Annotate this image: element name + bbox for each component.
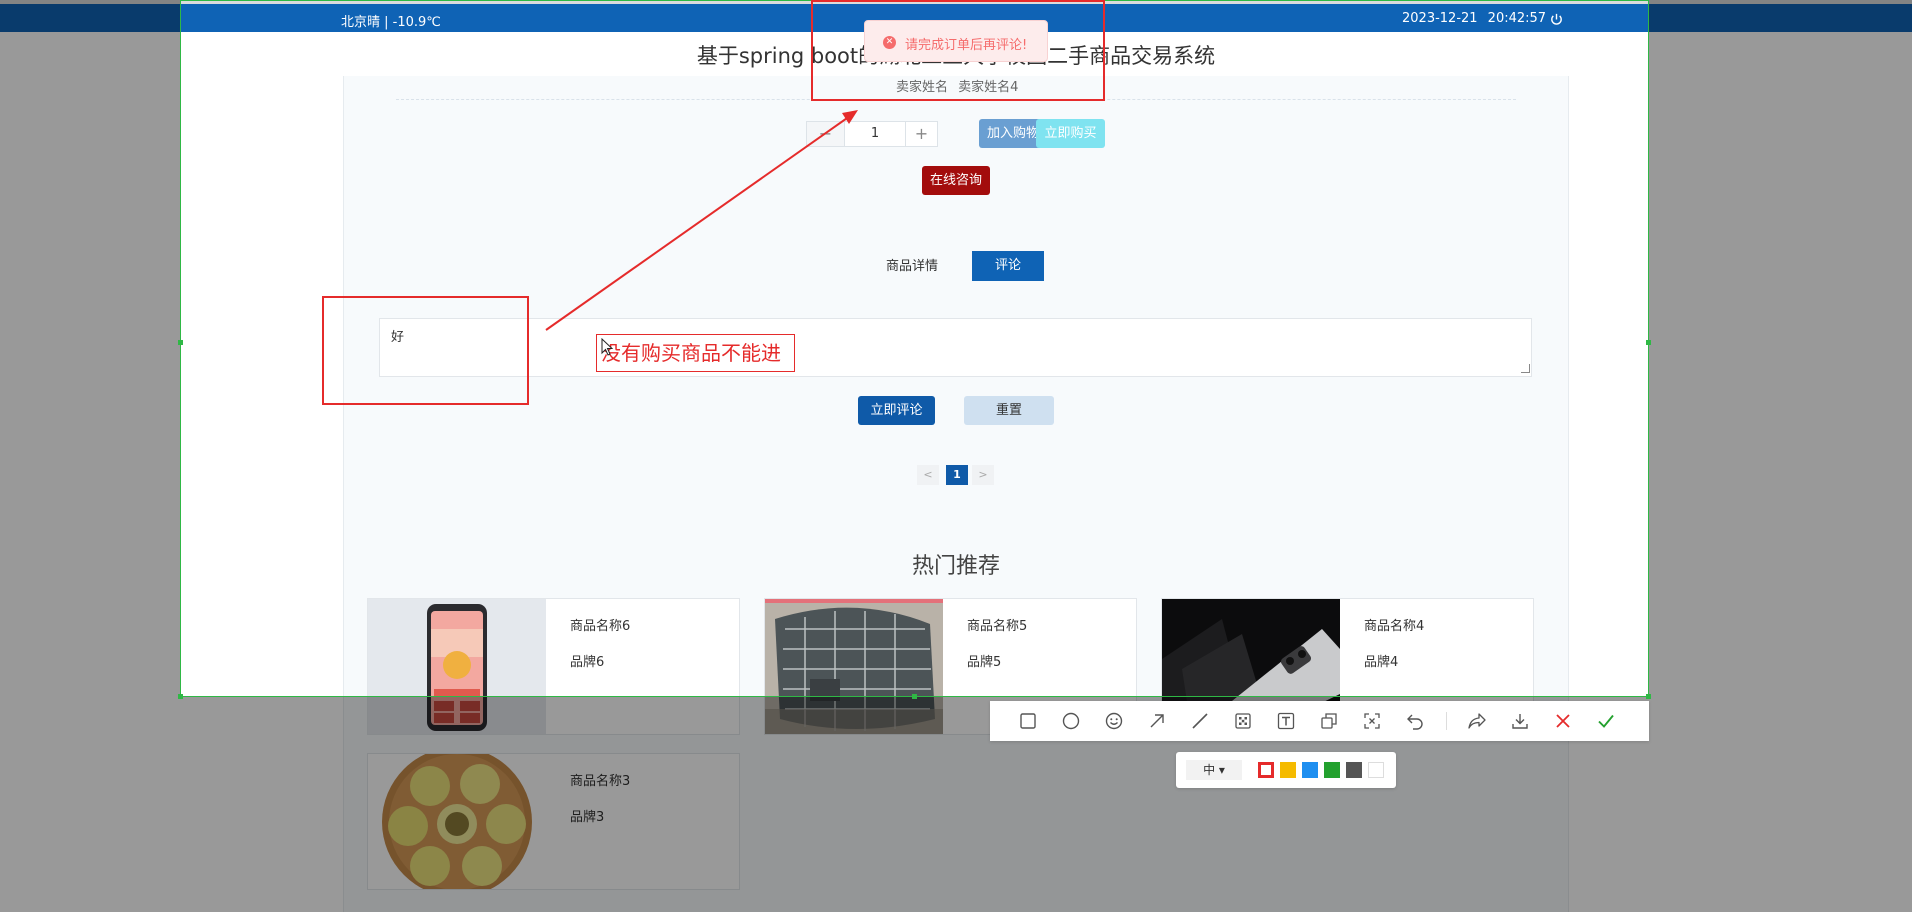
confirm-icon[interactable] <box>1596 711 1616 731</box>
undo-icon[interactable] <box>1405 711 1425 731</box>
cancel-icon[interactable] <box>1553 711 1573 731</box>
copy-icon[interactable] <box>1319 711 1339 731</box>
color-swatch-gray[interactable] <box>1346 762 1362 778</box>
color-swatch-blue[interactable] <box>1302 762 1318 778</box>
mosaic-icon[interactable] <box>1233 711 1253 731</box>
share-icon[interactable] <box>1467 711 1487 731</box>
annotation-toolbar <box>990 701 1649 741</box>
error-icon: ✕ <box>883 36 896 49</box>
color-swatch-red[interactable] <box>1258 762 1274 778</box>
color-swatch-yellow[interactable] <box>1280 762 1296 778</box>
ocr-icon[interactable] <box>1362 711 1382 731</box>
toast-message: 请完成订单后再评论! <box>905 38 1028 53</box>
font-size-select[interactable]: 中 ▾ <box>1186 760 1242 780</box>
text-icon[interactable] <box>1276 711 1296 731</box>
annotation-arrow[interactable] <box>0 0 1912 912</box>
rectangle-icon[interactable] <box>1018 711 1038 731</box>
emoji-icon[interactable] <box>1104 711 1124 731</box>
line-icon[interactable] <box>1190 711 1210 731</box>
download-icon[interactable] <box>1510 711 1530 731</box>
error-toast: ✕ 请完成订单后再评论! <box>864 20 1048 62</box>
annotation-text[interactable]: 没有购买商品不能进 <box>596 334 795 372</box>
ellipse-icon[interactable] <box>1061 711 1081 731</box>
toolbar-separator <box>1446 712 1447 730</box>
color-swatch-green[interactable] <box>1324 762 1340 778</box>
color-swatch-white[interactable] <box>1368 762 1384 778</box>
arrow-icon[interactable] <box>1147 711 1167 731</box>
cursor-icon <box>601 338 614 356</box>
annotation-style-panel: 中 ▾ <box>1176 752 1396 788</box>
